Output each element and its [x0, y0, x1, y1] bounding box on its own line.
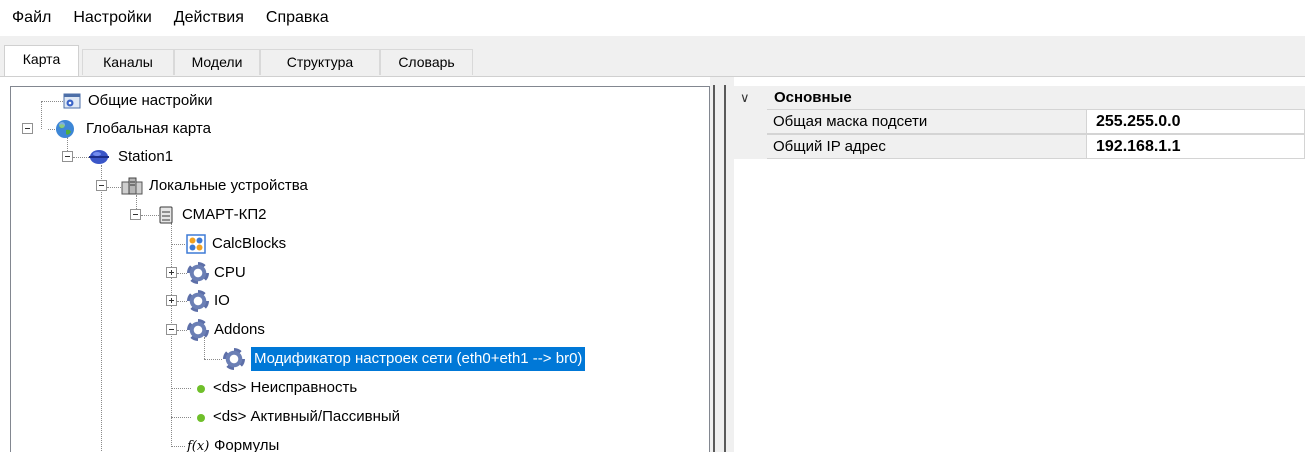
tab-models[interactable]: Модели: [174, 49, 260, 75]
gear-icon: [223, 348, 245, 370]
property-grid: ∨ Основные Общая маска подсети 255.255.0…: [734, 86, 1305, 452]
tree-node-label: <ds> Активный/Пассивный: [213, 408, 401, 425]
tree-node-label: Addons: [214, 321, 265, 338]
settings-window-icon: [63, 93, 81, 109]
splitter-line: [713, 85, 715, 452]
tree-node-label: IO: [214, 292, 230, 309]
tab-strip: Карта Каналы Модели Структура Словарь: [0, 36, 1305, 76]
globe-icon: [56, 120, 74, 138]
row-gutter: [734, 134, 767, 159]
function-icon: f(x): [187, 439, 210, 452]
property-row[interactable]: Общая маска подсети 255.255.0.0: [734, 109, 1305, 134]
device-icon: [159, 206, 173, 224]
tab-channels[interactable]: Каналы: [82, 49, 174, 75]
tree-node-label: Формулы: [214, 437, 280, 452]
tree-node-local-devices[interactable]: Локальные устройства: [11, 173, 701, 199]
tree-node-label: СМАРТ-КП2: [182, 206, 267, 223]
gear-icon: [187, 319, 209, 341]
tree-node-network-modifier[interactable]: Модификатор настроек сети (eth0+eth1 -->…: [11, 346, 701, 372]
gear-icon: [187, 290, 209, 312]
property-value[interactable]: 192.168.1.1: [1087, 134, 1305, 159]
tree-node-label: Общие настройки: [88, 92, 213, 109]
collapse-toggle[interactable]: [96, 180, 107, 191]
collapse-toggle[interactable]: [22, 123, 33, 134]
property-group-header[interactable]: ∨ Основные: [734, 86, 1305, 109]
tree-node-label: <ds> Неисправность: [213, 379, 358, 396]
tab-map[interactable]: Карта: [4, 45, 79, 76]
collapse-toggle[interactable]: [62, 151, 73, 162]
property-name: Общий IP адрес: [767, 134, 1087, 159]
calcblocks-icon: [186, 234, 206, 254]
tab-structure[interactable]: Структура: [260, 49, 380, 75]
servers-icon: [121, 177, 143, 195]
tree-node-formulas[interactable]: f(x) Формулы: [11, 433, 701, 452]
tree-node-station[interactable]: Station1: [11, 144, 701, 170]
tree-node-label: Локальные устройства: [149, 177, 308, 194]
property-value[interactable]: 255.255.0.0: [1087, 109, 1305, 134]
status-dot-icon: [197, 414, 205, 422]
tree-node-ds-fault[interactable]: <ds> Неисправность: [11, 375, 701, 401]
station-icon: [89, 150, 109, 164]
tree-node-label: Модификатор настроек сети (eth0+eth1 -->…: [251, 347, 586, 371]
tree-node-cpu[interactable]: CPU: [11, 260, 701, 286]
collapse-toggle[interactable]: [166, 324, 177, 335]
tree-node-general-settings[interactable]: Общие настройки: [11, 88, 701, 114]
status-dot-icon: [197, 385, 205, 393]
tree-node-ds-active[interactable]: <ds> Активный/Пассивный: [11, 404, 701, 430]
property-row[interactable]: Общий IP адрес 192.168.1.1: [734, 134, 1305, 159]
splitter-line: [724, 85, 726, 452]
tree-node-label: CalcBlocks: [212, 235, 287, 252]
tree-node-addons[interactable]: Addons: [11, 317, 701, 343]
row-gutter: [734, 109, 767, 134]
expand-toggle[interactable]: [166, 295, 177, 306]
tree-node-label: Глобальная карта: [86, 120, 211, 137]
main-area: Общие настройки Глобальная карта Station…: [0, 76, 1305, 452]
property-name: Общая маска подсети: [767, 109, 1087, 134]
menu-actions[interactable]: Действия: [174, 9, 244, 27]
menu-help[interactable]: Справка: [266, 9, 329, 27]
gear-icon: [187, 262, 209, 284]
tree-node-global-map[interactable]: Глобальная карта: [11, 116, 701, 142]
tree-node-label: CPU: [214, 264, 246, 281]
tree-node-label: Station1: [118, 148, 174, 165]
tree-node-calcblocks[interactable]: CalcBlocks: [11, 231, 701, 257]
tab-dictionary[interactable]: Словарь: [380, 49, 473, 75]
menu-settings[interactable]: Настройки: [73, 9, 151, 27]
collapse-toggle[interactable]: [130, 209, 141, 220]
chevron-down-icon[interactable]: ∨: [740, 86, 750, 109]
panel-splitter[interactable]: [710, 77, 734, 452]
menu-file[interactable]: Файл: [12, 9, 51, 27]
property-group-title: Основные: [774, 89, 852, 106]
tree-view[interactable]: Общие настройки Глобальная карта Station…: [10, 86, 710, 452]
tree-node-device[interactable]: СМАРТ-КП2: [11, 202, 701, 228]
expand-toggle[interactable]: [166, 267, 177, 278]
menu-bar: Файл Настройки Действия Справка: [0, 0, 1305, 36]
tree-node-io[interactable]: IO: [11, 288, 701, 314]
